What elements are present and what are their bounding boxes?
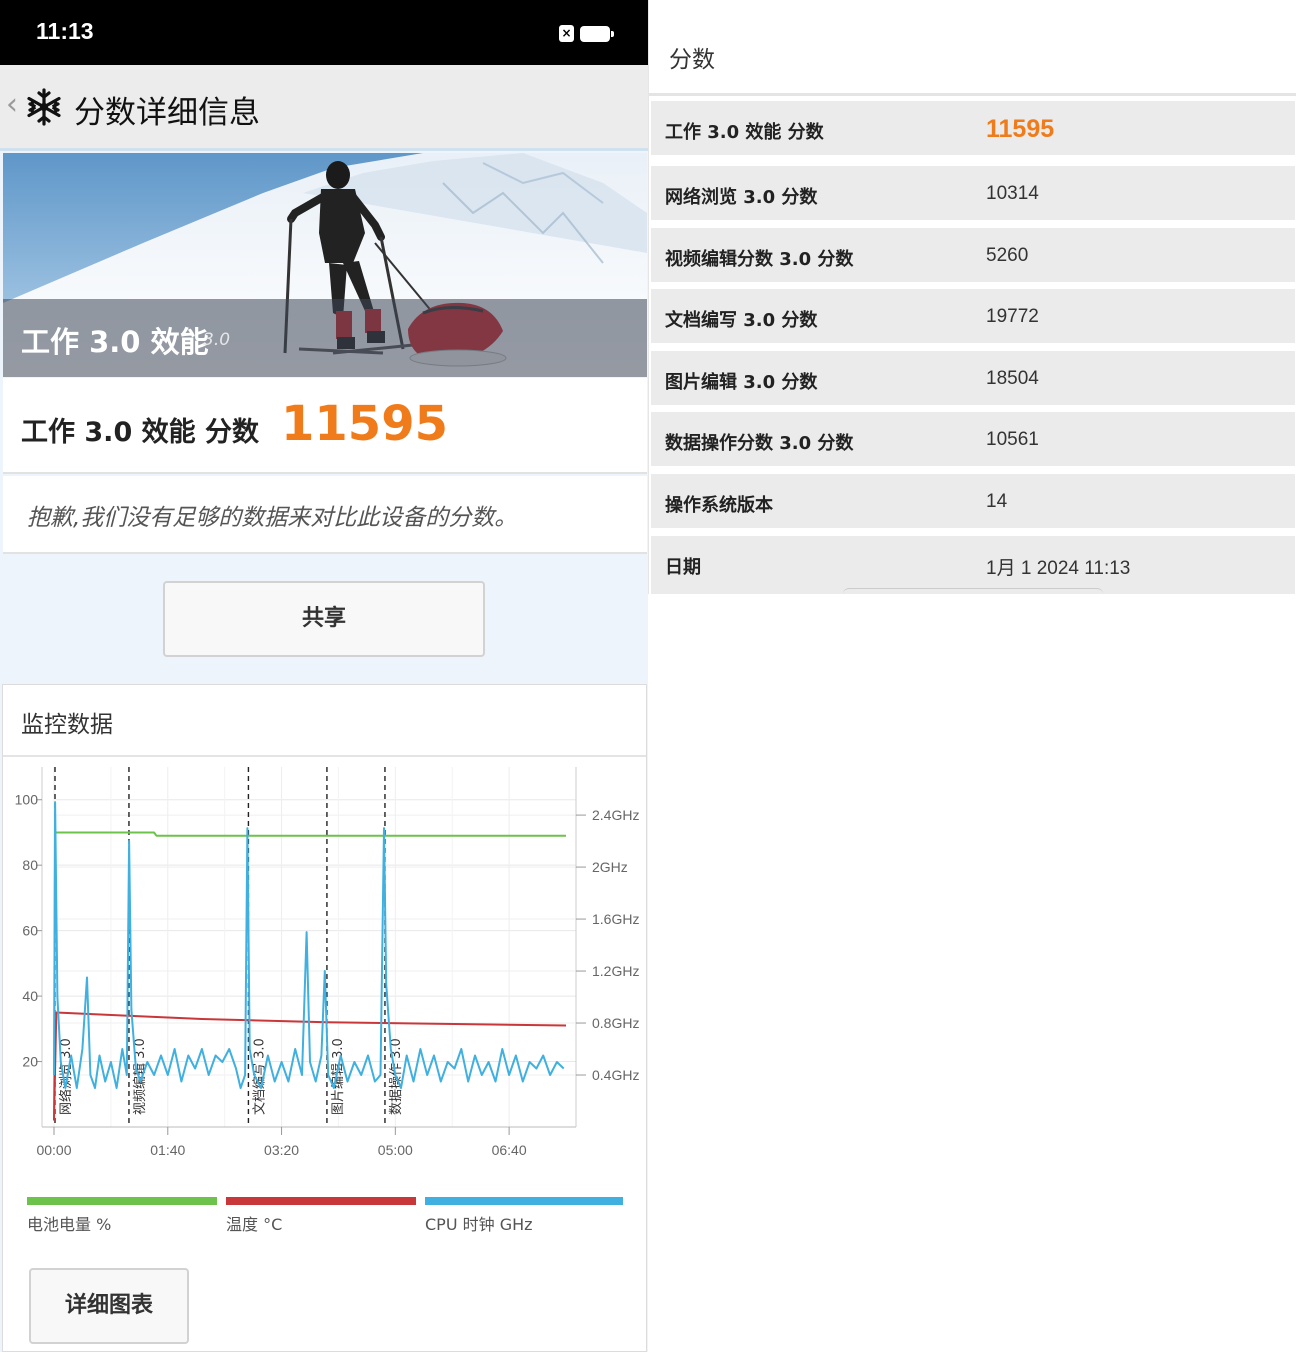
score-row-label: 操作系统版本 [665, 495, 773, 516]
y-tick-label: 80 [22, 857, 38, 873]
y-tick-label: 20 [22, 1054, 38, 1070]
x-tick-label: 05:00 [378, 1142, 413, 1158]
legend-battery-label: 电池电量 % [27, 1215, 112, 1234]
score-row-label: 数据操作分数 3.0 分数 [665, 433, 854, 454]
legend-temperature-swatch [226, 1197, 416, 1205]
legend-cpu-clock-swatch [425, 1197, 623, 1205]
score-row-label: 视频编辑分数 3.0 分数 [665, 249, 854, 270]
legend-cpu-clock: CPU 时钟 GHz [425, 1197, 623, 1237]
monitoring-chart: 网络浏览 3.0 视频编辑 3.0 文档编写 3.0 图片编辑 3.0 数据操作 3.0… [15, 767, 639, 1158]
battery-icon [580, 26, 614, 42]
benchmark-banner: 工作 3.0 效能 3.0 [3, 153, 647, 377]
next-button-edge [843, 588, 1103, 594]
score-row-label: 日期 [665, 557, 701, 578]
score-row-value: 1月 1 2024 11:13 [986, 558, 1131, 579]
snowflake-logo-icon [27, 88, 61, 126]
score-row-value: 14 [986, 491, 1008, 512]
score-row: 网络浏览 3.0 分数 10314 [651, 166, 1295, 224]
comparison-notice-text: 抱歉,我们没有足够的数据来对比此设备的分数。 [27, 505, 518, 531]
banner-title: 工作 3.0 效能 [21, 325, 209, 359]
score-row-label: 网络浏览 3.0 分数 [665, 187, 818, 208]
score-table-header: 分数 [649, 0, 1296, 96]
score-row-value: 5260 [986, 245, 1029, 266]
status-time: 11:13 [36, 18, 94, 44]
score-table-title: 分数 [669, 47, 715, 73]
overall-score-box: 工作 3.0 效能 分数 11595 [3, 378, 647, 474]
overall-score-value: 11595 [281, 396, 448, 452]
score-row: 视频编辑分数 3.0 分数 5260 [651, 228, 1295, 286]
chevron-left-icon[interactable]: ‹ [6, 87, 18, 122]
segment-label: 图片编辑 3.0 [331, 1038, 346, 1115]
score-row: 文档编写 3.0 分数 19772 [651, 289, 1295, 347]
score-row: 工作 3.0 效能 分数 11595 [651, 101, 1295, 159]
y2-tick-label: 0.8GHz [592, 1015, 639, 1031]
comparison-notice: 抱歉,我们没有足够的数据来对比此设备的分数。 [3, 476, 647, 554]
share-button[interactable]: 共享 [163, 581, 485, 657]
score-row: 日期 1月 1 2024 11:13 [651, 536, 1295, 594]
score-row-label: 文档编写 3.0 分数 [665, 310, 818, 331]
y-tick-label: 100 [15, 792, 39, 808]
series-line [53, 801, 565, 1089]
legend-temperature-label: 温度 °C [226, 1215, 283, 1234]
monitoring-panel: 监控数据 网络浏览 3.0 视频编辑 3.0 文档编写 3.0 图片编辑 3.0 数据操… [2, 684, 647, 1352]
x-tick-label: 03:20 [264, 1142, 299, 1158]
legend-battery: 电池电量 % [27, 1197, 217, 1237]
score-row-value: 18504 [986, 368, 1039, 389]
score-row-value: 11595 [986, 115, 1055, 143]
score-row-value: 10561 [986, 429, 1039, 450]
legend-temperature: 温度 °C [226, 1197, 416, 1237]
app-header: ‹ 分数详细信息 [0, 65, 648, 151]
score-row-value: 10314 [986, 183, 1039, 204]
y-tick-label: 40 [22, 988, 38, 1004]
x-tick-label: 00:00 [36, 1142, 71, 1158]
y2-tick-label: 2GHz [592, 859, 628, 875]
score-row: 图片编辑 3.0 分数 18504 [651, 351, 1295, 409]
score-detail-screen: 11:13 × ‹ 分数详细信息 工作 3.0 效能 3.0 工作 3.0 效能… [0, 0, 648, 1352]
detail-chart-button[interactable]: 详细图表 [29, 1268, 189, 1344]
banner-version: 3.0 [203, 330, 231, 350]
score-row-label: 工作 3.0 效能 分数 [665, 122, 824, 143]
y-tick-label: 60 [22, 923, 38, 939]
y2-tick-label: 1.2GHz [592, 963, 639, 979]
score-row: 操作系统版本 14 [651, 474, 1295, 532]
monitoring-header: 监控数据 [3, 685, 646, 757]
monitoring-title: 监控数据 [21, 712, 113, 738]
score-row-label: 图片编辑 3.0 分数 [665, 372, 818, 393]
score-table-screen: 分数 工作 3.0 效能 分数 11595 网络浏览 3.0 分数 10314 视频编辑… [648, 0, 1296, 594]
page-title: 分数详细信息 [74, 95, 260, 131]
score-row: 数据操作分数 3.0 分数 10561 [651, 412, 1295, 470]
y2-tick-label: 0.4GHz [592, 1067, 639, 1083]
x-tick-label: 01:40 [150, 1142, 185, 1158]
status-bar: 11:13 × [0, 0, 648, 65]
y2-tick-label: 2.4GHz [592, 807, 639, 823]
overall-score-label: 工作 3.0 效能 分数 [21, 417, 260, 448]
y2-tick-label: 1.6GHz [592, 911, 639, 927]
legend-battery-swatch [27, 1197, 217, 1205]
x-tick-label: 06:40 [492, 1142, 527, 1158]
sim-x-icon: × [559, 25, 574, 42]
legend-cpu-clock-label: CPU 时钟 GHz [425, 1215, 533, 1234]
score-row-value: 19772 [986, 306, 1039, 327]
